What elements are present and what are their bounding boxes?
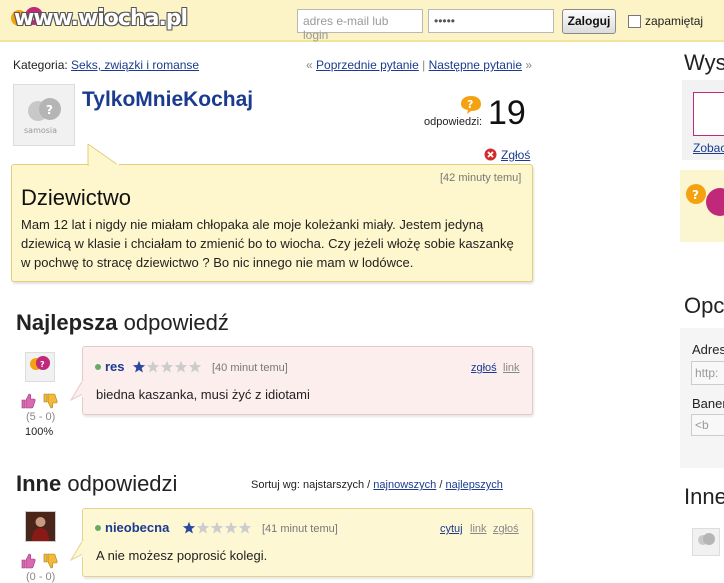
sidebar-title-1: Wys	[684, 50, 724, 75]
site-logo[interactable]: www.wiocha.pl	[14, 6, 188, 31]
online-status-dot	[95, 525, 101, 531]
category-label: Kategoria:	[13, 58, 68, 72]
answer-votes: (0 - 0)	[26, 571, 56, 583]
sort-options: Sortuj wg: najstarszych / najnowszych / …	[251, 479, 503, 491]
sidebar-avatar[interactable]	[692, 528, 720, 556]
thumbs-down-icon[interactable]	[42, 393, 58, 409]
answer-pointer	[70, 540, 84, 562]
user-photo-icon	[26, 512, 55, 541]
best-answer-percent: 100%	[25, 426, 54, 438]
answers-label: odpowiedzi:	[424, 116, 483, 128]
sort-label: Sortuj wg: najstarszych /	[251, 479, 371, 491]
other-answers-heading-bold: Inne	[16, 471, 62, 496]
question-author[interactable]: TylkoMnieKochaj	[82, 88, 253, 112]
answer-time: [41 minut temu]	[262, 523, 338, 535]
login-button[interactable]: Zaloguj	[562, 9, 616, 34]
sort-best-link[interactable]: najlepszych	[445, 479, 502, 491]
question-box-pointer	[87, 144, 120, 166]
nav-separator: |	[422, 58, 426, 72]
svg-text:?: ?	[46, 103, 53, 117]
svg-text:?: ?	[467, 98, 473, 111]
svg-text:samosia: samosia	[24, 126, 57, 135]
best-answer-time: [40 minut temu]	[212, 362, 288, 374]
answers-count: 19	[488, 94, 526, 132]
answer-box	[82, 508, 533, 577]
sort-newest-link[interactable]: najnowszych	[373, 479, 436, 491]
sidebar-banner-label: Baner	[692, 396, 724, 411]
sidebar-title-2: Opc	[684, 293, 724, 318]
default-avatar-icon: ? samosia	[14, 85, 74, 145]
remember-label: zapamiętaj	[645, 14, 704, 28]
question-title: Dziewictwo	[21, 185, 132, 210]
top-bar-border	[0, 40, 724, 42]
answer-avatar[interactable]	[25, 511, 56, 542]
sidebar-banner-input[interactable]: <b	[691, 414, 724, 436]
report-answer-link[interactable]: zgłoś	[493, 523, 519, 535]
default-avatar-icon	[693, 529, 719, 555]
svg-text:?: ?	[40, 360, 45, 369]
best-answer-votes: (5 - 0)	[26, 411, 56, 423]
next-question-link[interactable]: Następne pytanie	[429, 58, 522, 72]
user-avatar[interactable]: ? samosia	[13, 84, 75, 146]
remember-checkbox[interactable]	[628, 15, 641, 28]
answer-author[interactable]: nieobecna	[105, 520, 169, 535]
report-answer-link[interactable]: zgłoś	[471, 362, 497, 374]
answer-permalink[interactable]: link	[503, 362, 520, 374]
rating-stars	[182, 521, 252, 534]
sidebar-bubbles-icon: ?	[686, 184, 724, 216]
sidebar-address-input[interactable]: http:	[691, 361, 724, 385]
email-input[interactable]: adres e-mail lub login	[297, 9, 423, 42]
best-answer-text: biedna kaszanka, musi żyć z idiotami	[96, 387, 310, 402]
best-answer-author[interactable]: res	[105, 359, 125, 374]
category-link[interactable]: Seks, związki i romanse	[71, 58, 199, 72]
category-row: Kategoria: Seks, związki i romanse	[13, 58, 199, 72]
report-icon	[484, 148, 497, 161]
answers-bubble-icon: ?	[461, 96, 481, 114]
question-nav: « Poprzednie pytanie | Następne pytanie …	[306, 58, 532, 72]
sidebar-title-3: Inne	[684, 484, 724, 509]
best-answer-heading-rest: odpowiedź	[123, 310, 229, 335]
next-arrow: »	[525, 58, 533, 72]
sidebar-promo: ?	[680, 170, 724, 242]
answer-text: A nie możesz poprosić kolegi.	[96, 548, 268, 563]
other-answers-heading: Inne odpowiedzi	[16, 471, 177, 497]
sidebar-address-label: Adres	[692, 342, 724, 357]
online-status-dot	[95, 364, 101, 370]
best-answer-heading-bold: Najlepsza	[16, 310, 118, 335]
thumbs-up-icon[interactable]	[20, 393, 36, 409]
sort-separator: /	[439, 479, 443, 491]
quote-answer-link[interactable]: cytuj	[440, 523, 463, 535]
thumbs-up-icon[interactable]	[20, 553, 36, 569]
sidebar-link[interactable]: Zobac	[693, 141, 724, 155]
best-answer-avatar[interactable]: ?	[25, 352, 55, 382]
thumbs-down-icon[interactable]	[42, 553, 58, 569]
best-answer-heading: Najlepsza odpowiedź	[16, 310, 229, 336]
answer-permalink[interactable]: link	[470, 523, 487, 535]
prev-arrow: «	[306, 58, 313, 72]
best-answer-box	[82, 346, 533, 415]
question-time: [42 minuty temu]	[440, 172, 522, 184]
default-avatar-icon: ?	[26, 353, 54, 381]
other-answers-heading-rest: odpowiedzi	[67, 471, 178, 496]
report-question-link[interactable]: Zgłoś	[501, 148, 530, 162]
password-input[interactable]: •••••	[428, 9, 554, 33]
rating-stars	[132, 360, 202, 373]
sidebar-textarea[interactable]	[693, 92, 724, 136]
svg-text:?: ?	[692, 188, 699, 202]
best-answer-pointer	[70, 380, 84, 402]
question-body: Mam 12 lat i nigdy nie miałam chłopaka a…	[21, 217, 514, 270]
prev-question-link[interactable]: Poprzednie pytanie	[316, 58, 419, 72]
